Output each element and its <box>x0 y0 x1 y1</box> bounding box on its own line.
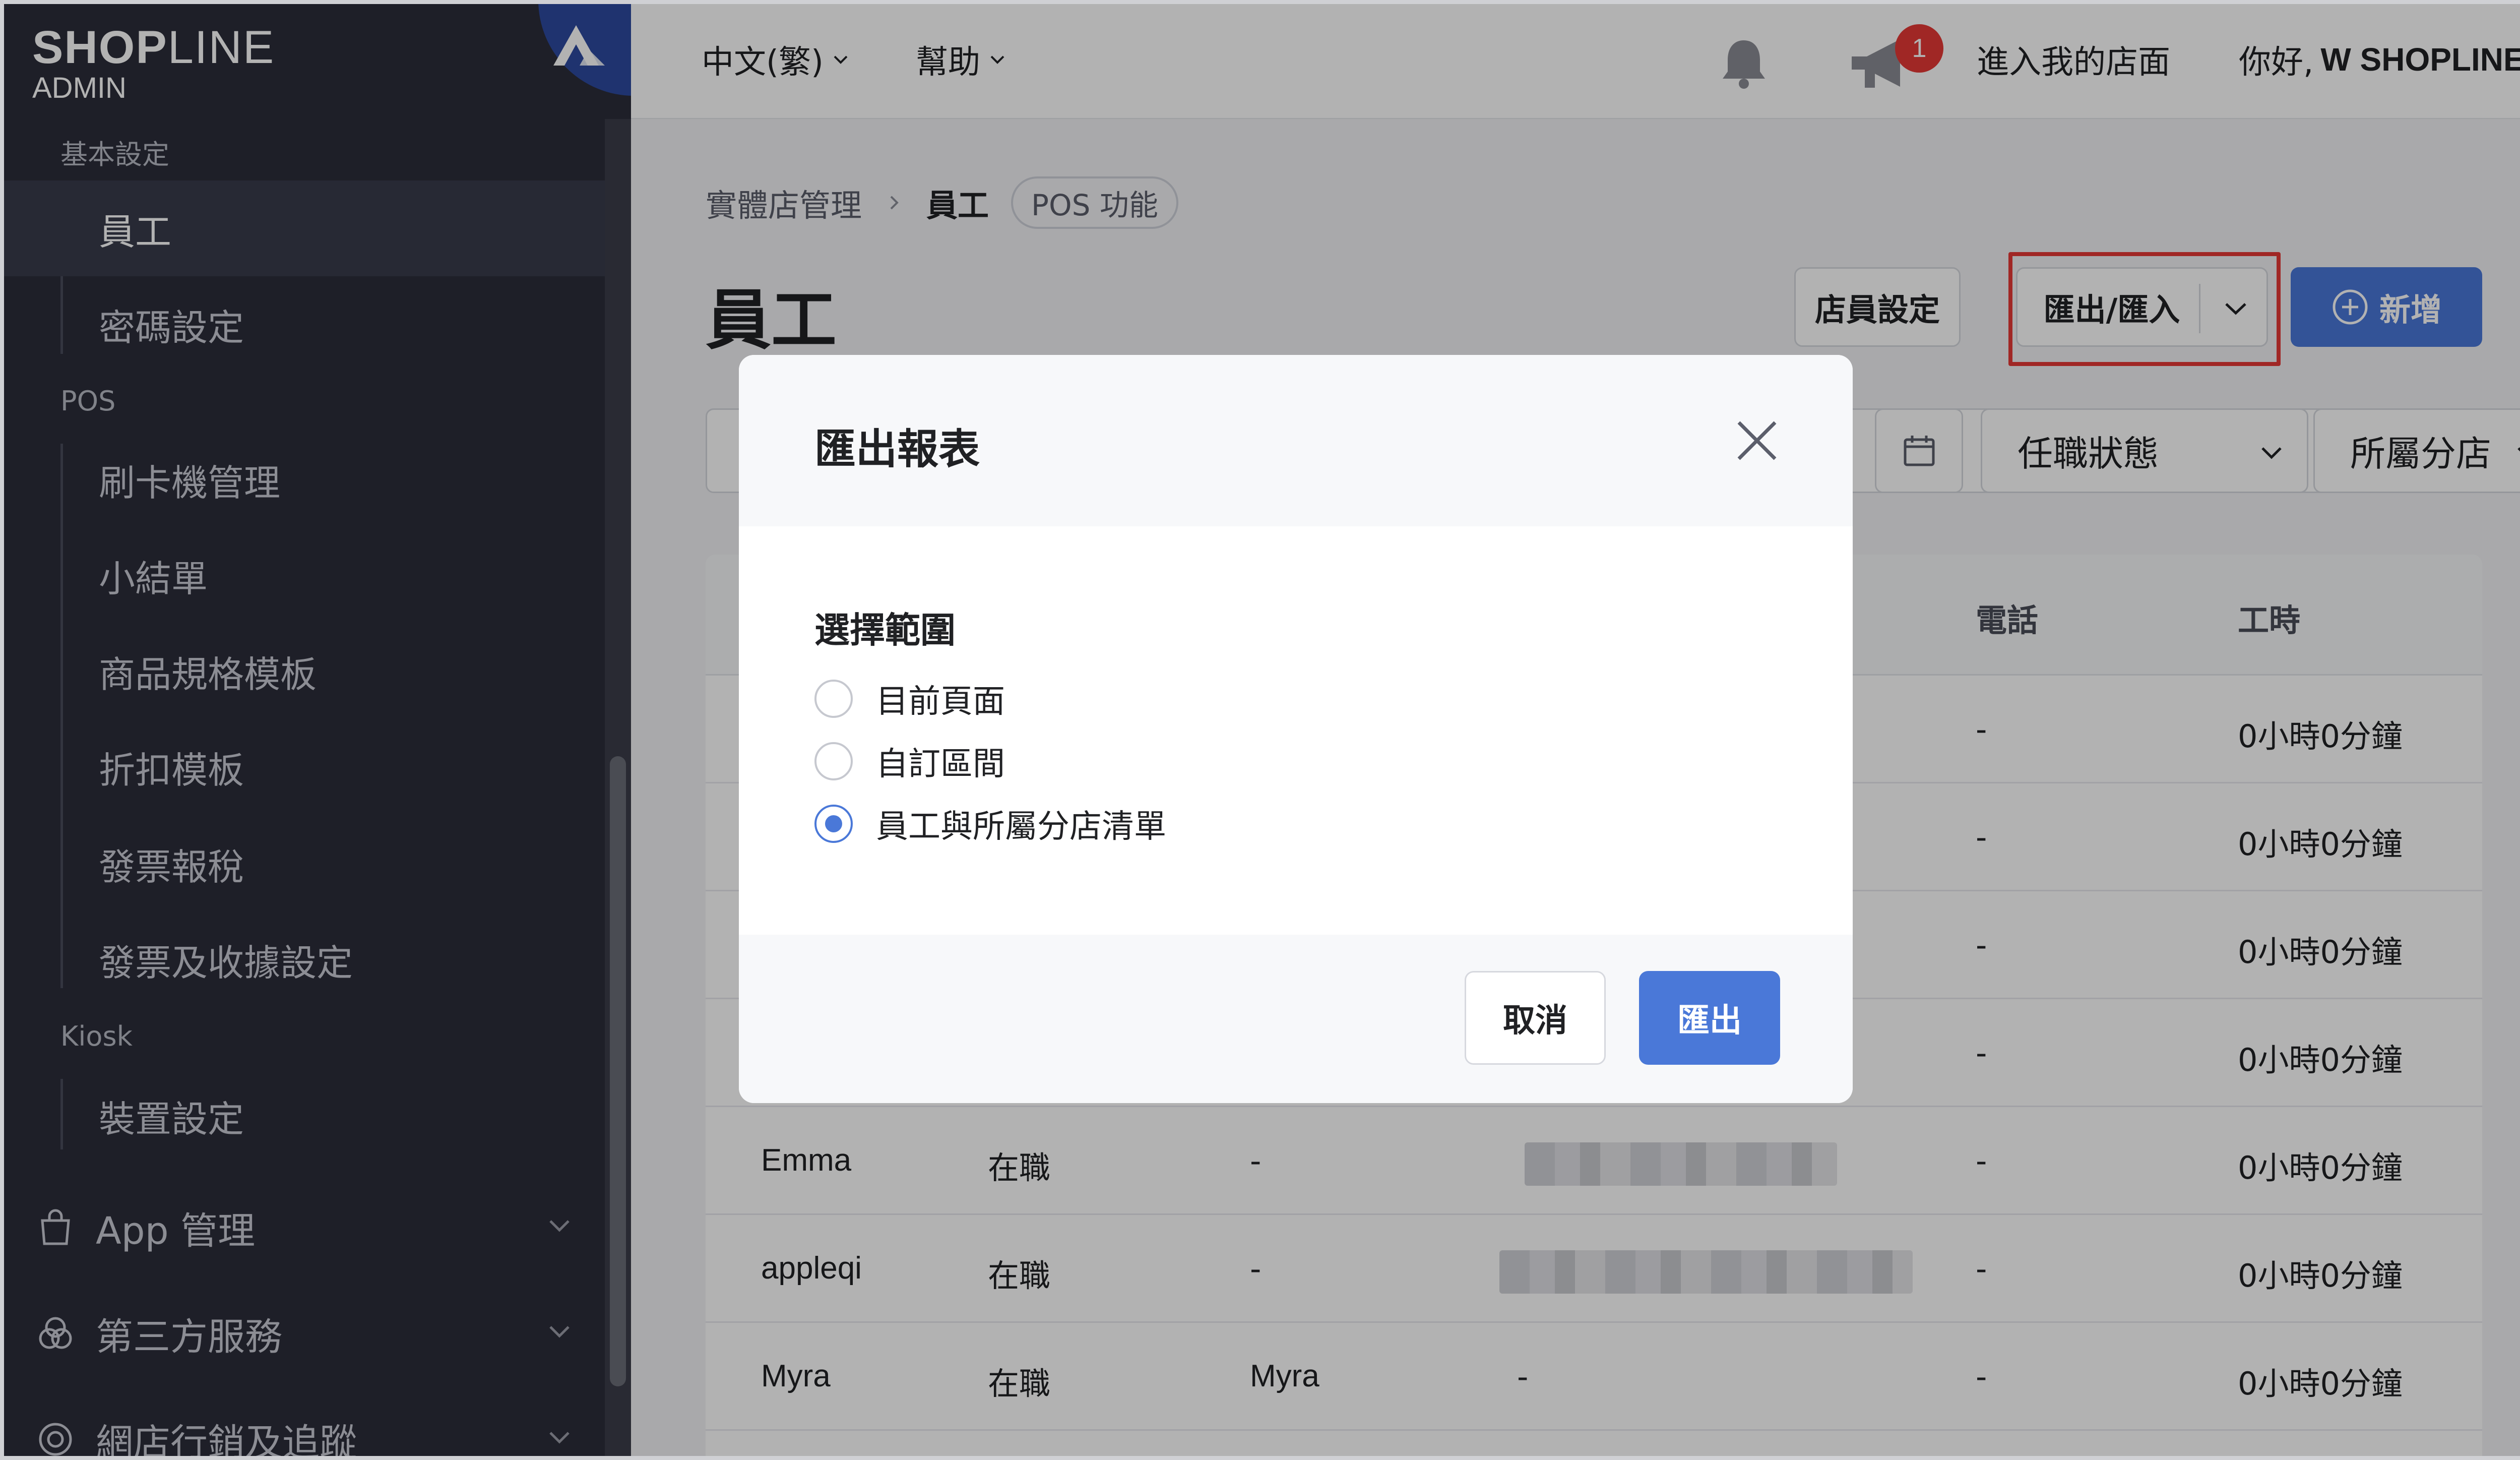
radio-label: 員工與所屬分店清單 <box>876 808 1166 845</box>
dialog-title: 匯出報表 <box>814 425 980 473</box>
export-report-dialog: 匯出報表 選擇範圍 目前頁面 自訂區間 員工與所屬分店清單 取消 匯出 <box>739 355 1853 1103</box>
radio-option-staff-store-list[interactable]: 員工與所屬分店清單 <box>814 801 1166 847</box>
radio-button[interactable] <box>814 742 853 780</box>
radio-button[interactable] <box>814 680 853 718</box>
radio-option-custom-range[interactable]: 自訂區間 <box>814 738 1005 784</box>
close-icon[interactable] <box>1727 410 1787 471</box>
export-button[interactable]: 匯出 <box>1639 971 1780 1065</box>
radio-button[interactable] <box>814 805 853 843</box>
radio-option-current-page[interactable]: 目前頁面 <box>814 676 1005 722</box>
scope-label: 選擇範圍 <box>814 610 956 651</box>
radio-label: 目前頁面 <box>876 683 1005 720</box>
cancel-button[interactable]: 取消 <box>1465 971 1606 1065</box>
radio-label: 自訂區間 <box>876 746 1005 783</box>
